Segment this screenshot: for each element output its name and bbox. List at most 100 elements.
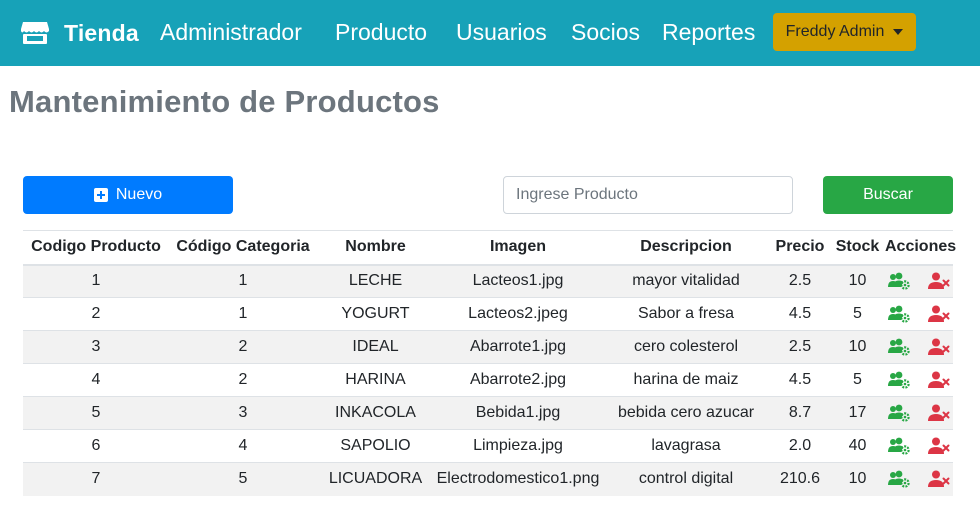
- delete-user-icon[interactable]: [928, 272, 950, 290]
- user-menu-label: Freddy Admin: [785, 23, 885, 40]
- brand-name: Tienda: [64, 19, 139, 46]
- table-header-row: Codigo Producto Código Categoria Nombre …: [23, 230, 956, 266]
- cell-descripcion: mayor vitalidad: [602, 264, 770, 298]
- nav-socios[interactable]: Socios: [571, 17, 640, 47]
- header-precio: Precio: [770, 230, 830, 266]
- edit-users-icon[interactable]: [888, 404, 910, 422]
- cell-codigo-categoria: 1: [169, 264, 317, 298]
- brand[interactable]: Tienda: [20, 13, 139, 53]
- cell-acciones: [885, 462, 953, 496]
- cell-codigo-producto: 6: [23, 429, 169, 463]
- cell-imagen: Abarrote1.jpg: [434, 330, 602, 364]
- cell-codigo-producto: 7: [23, 462, 169, 496]
- cell-precio: 2.5: [770, 330, 830, 364]
- cell-nombre: LICUADORA: [317, 462, 434, 496]
- edit-users-icon[interactable]: [888, 305, 910, 323]
- table-row: 2 1 YOGURT Lacteos2.jpeg Sabor a fresa 4.5 5: [23, 297, 953, 331]
- edit-users-icon[interactable]: [888, 272, 910, 290]
- cell-codigo-categoria: 3: [169, 396, 317, 430]
- table-row: 7 5 LICUADORA Electrodomestico1.png control …: [23, 462, 953, 496]
- store-icon: [21, 22, 49, 44]
- nav-reportes[interactable]: Reportes: [662, 17, 755, 47]
- cell-descripcion: harina de maiz: [602, 363, 770, 397]
- table-row: 6 4 SAPOLIO Limpieza.jpg lavagrasa 2.0 40: [23, 429, 953, 463]
- edit-users-icon[interactable]: [888, 338, 910, 356]
- page-title: Mantenimiento de Productos: [9, 84, 440, 119]
- nav-producto[interactable]: Producto: [335, 17, 427, 47]
- user-menu-button[interactable]: Freddy Admin: [773, 13, 916, 51]
- cell-stock: 40: [830, 429, 885, 463]
- delete-user-icon[interactable]: [928, 404, 950, 422]
- new-product-button[interactable]: Nuevo: [23, 176, 233, 214]
- table-row: 1 1 LECHE Lacteos1.jpg mayor vitalidad 2.5 10: [23, 264, 953, 298]
- header-acciones: Acciones: [885, 230, 956, 266]
- cell-nombre: HARINA: [317, 363, 434, 397]
- new-product-label: Nuevo: [115, 186, 163, 203]
- cell-acciones: [885, 330, 953, 364]
- cell-codigo-categoria: 5: [169, 462, 317, 496]
- header-codigo-producto: Codigo Producto: [23, 230, 169, 266]
- cell-stock: 10: [830, 264, 885, 298]
- product-search-input[interactable]: [503, 176, 793, 214]
- navbar: Tienda Administrador Producto Usuarios S…: [0, 0, 980, 66]
- cell-codigo-categoria: 2: [169, 330, 317, 364]
- cell-precio: 2.0: [770, 429, 830, 463]
- cell-codigo-producto: 3: [23, 330, 169, 364]
- cell-nombre: IDEAL: [317, 330, 434, 364]
- cell-stock: 10: [830, 330, 885, 364]
- cell-stock: 5: [830, 363, 885, 397]
- cell-stock: 17: [830, 396, 885, 430]
- cell-acciones: [885, 396, 953, 430]
- cell-codigo-categoria: 2: [169, 363, 317, 397]
- cell-precio: 4.5: [770, 297, 830, 331]
- cell-precio: 8.7: [770, 396, 830, 430]
- cell-codigo-categoria: 4: [169, 429, 317, 463]
- cell-precio: 210.6: [770, 462, 830, 496]
- search-button[interactable]: Buscar: [823, 176, 953, 214]
- cell-codigo-categoria: 1: [169, 297, 317, 331]
- cell-acciones: [885, 363, 953, 397]
- delete-user-icon[interactable]: [928, 470, 950, 488]
- nav-administrador[interactable]: Administrador: [160, 17, 302, 47]
- cell-codigo-producto: 4: [23, 363, 169, 397]
- delete-user-icon[interactable]: [928, 437, 950, 455]
- cell-stock: 5: [830, 297, 885, 331]
- cell-precio: 2.5: [770, 264, 830, 298]
- cell-imagen: Limpieza.jpg: [434, 429, 602, 463]
- cell-acciones: [885, 429, 953, 463]
- cell-descripcion: cero colesterol: [602, 330, 770, 364]
- header-codigo-categoria: Código Categoria: [169, 230, 317, 266]
- cell-imagen: Abarrote2.jpg: [434, 363, 602, 397]
- plus-square-icon: [93, 188, 108, 202]
- table-row: 4 2 HARINA Abarrote2.jpg harina de maiz 4.5 5: [23, 363, 953, 397]
- edit-users-icon[interactable]: [888, 437, 910, 455]
- table-row: 3 2 IDEAL Abarrote1.jpg cero colesterol 2.5 10: [23, 330, 953, 364]
- products-table: Codigo Producto Código Categoria Nombre …: [23, 230, 956, 496]
- delete-user-icon[interactable]: [928, 305, 950, 323]
- edit-users-icon[interactable]: [888, 470, 910, 488]
- table-row: 5 3 INKACOLA Bebida1.jpg bebida cero azucar 8…: [23, 396, 953, 430]
- header-nombre: Nombre: [317, 230, 434, 266]
- cell-acciones: [885, 297, 953, 331]
- cell-nombre: LECHE: [317, 264, 434, 298]
- cell-codigo-producto: 1: [23, 264, 169, 298]
- cell-descripcion: lavagrasa: [602, 429, 770, 463]
- cell-stock: 10: [830, 462, 885, 496]
- caret-down-icon: [893, 29, 904, 35]
- cell-imagen: Lacteos1.jpg: [434, 264, 602, 298]
- cell-nombre: INKACOLA: [317, 396, 434, 430]
- delete-user-icon[interactable]: [928, 371, 950, 389]
- cell-acciones: [885, 264, 953, 298]
- header-stock: Stock: [830, 230, 885, 266]
- edit-users-icon[interactable]: [888, 371, 910, 389]
- cell-precio: 4.5: [770, 363, 830, 397]
- cell-descripcion: Sabor a fresa: [602, 297, 770, 331]
- table-body: 1 1 LECHE Lacteos1.jpg mayor vitalidad 2.5 10 2…: [23, 264, 953, 496]
- cell-imagen: Bebida1.jpg: [434, 396, 602, 430]
- nav-usuarios[interactable]: Usuarios: [456, 17, 547, 47]
- cell-imagen: Electrodomestico1.png: [434, 462, 602, 496]
- cell-nombre: SAPOLIO: [317, 429, 434, 463]
- header-descripcion: Descripcion: [602, 230, 770, 266]
- delete-user-icon[interactable]: [928, 338, 950, 356]
- cell-nombre: YOGURT: [317, 297, 434, 331]
